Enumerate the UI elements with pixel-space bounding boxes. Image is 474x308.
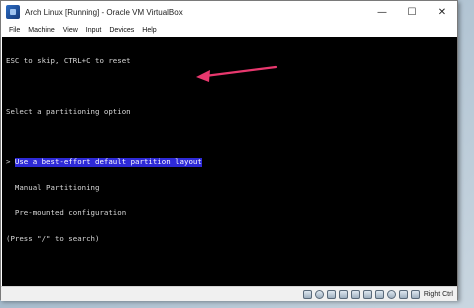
vm-console[interactable]: ESC to skip, CTRL+C to reset Select a pa…: [2, 37, 457, 286]
minimize-button[interactable]: —: [367, 1, 397, 23]
window-title: Arch Linux [Running] - Oracle VM Virtual…: [25, 7, 183, 17]
virtualbox-window: Arch Linux [Running] - Oracle VM Virtual…: [0, 0, 458, 301]
video-capture-icon[interactable]: [386, 289, 396, 299]
shared-folders-icon[interactable]: [362, 289, 372, 299]
status-bar: Right Ctrl: [1, 286, 457, 301]
search-hint: (Press "/" to search): [6, 233, 100, 243]
partition-option-manual-label: Manual Partitioning: [14, 182, 100, 192]
usb-icon[interactable]: [350, 289, 360, 299]
partition-option-default-label: Use a best-effort default partition layo…: [14, 157, 202, 167]
virtualbox-icon: [6, 5, 20, 19]
keyboard-icon[interactable]: [410, 289, 420, 299]
menu-devices[interactable]: Devices: [105, 27, 138, 34]
mouse-integration-icon[interactable]: [398, 289, 408, 299]
display-icon[interactable]: [374, 289, 384, 299]
partition-option-premounted-label: Pre-mounted configuration: [14, 208, 127, 217]
menu-bar: File Machine View Input Devices Help: [1, 23, 457, 37]
menu-input[interactable]: Input: [82, 27, 106, 34]
partition-option-default[interactable]: > Use a best-effort default partition la…: [6, 157, 453, 167]
partition-option-manual[interactable]: Manual Partitioning: [6, 182, 453, 193]
menu-help[interactable]: Help: [138, 27, 160, 34]
console-heading: Select a partitioning option: [6, 106, 131, 116]
maximize-button[interactable]: ☐: [397, 1, 427, 23]
menu-view[interactable]: View: [59, 27, 82, 34]
optical-drive-icon[interactable]: [314, 289, 324, 299]
close-button[interactable]: ✕: [427, 1, 457, 23]
window-controls: — ☐ ✕: [367, 1, 457, 23]
partition-option-premounted[interactable]: Pre-mounted configuration: [6, 208, 453, 218]
title-bar[interactable]: Arch Linux [Running] - Oracle VM Virtual…: [1, 1, 457, 23]
menu-file[interactable]: File: [5, 27, 24, 34]
host-key-label: Right Ctrl: [423, 290, 453, 298]
hard-disk-icon[interactable]: [302, 289, 312, 299]
menu-machine[interactable]: Machine: [24, 27, 58, 34]
console-hint: ESC to skip, CTRL+C to reset: [6, 56, 131, 65]
network-icon[interactable]: [338, 289, 348, 299]
audio-icon[interactable]: [326, 289, 336, 299]
